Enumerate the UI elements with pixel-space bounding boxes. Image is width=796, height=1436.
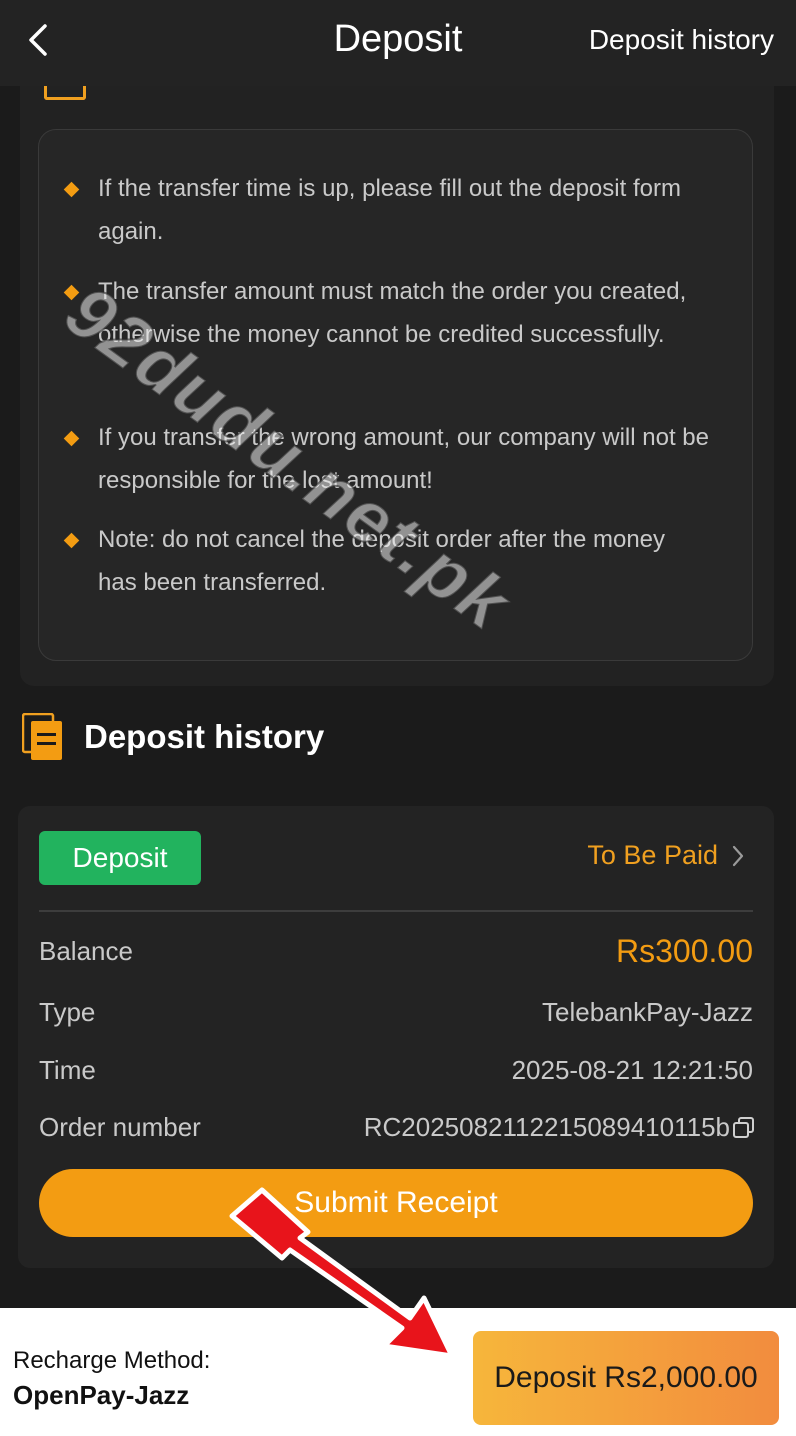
balance-label: Balance bbox=[39, 936, 133, 966]
history-section-header: Deposit history bbox=[22, 712, 324, 762]
balance-value: Rs300.00 bbox=[616, 933, 753, 969]
type-label: Type bbox=[39, 997, 96, 1027]
chevron-right-icon bbox=[732, 845, 744, 866]
recharge-method-label: Recharge Method: bbox=[13, 1347, 211, 1374]
diamond-bullet-icon bbox=[63, 284, 80, 301]
rule-item: If you transfer the wrong amount, our co… bbox=[60, 416, 710, 502]
deposit-type-badge: Deposit bbox=[39, 831, 201, 885]
document-stack-icon bbox=[22, 713, 62, 760]
history-section-title: Deposit history bbox=[84, 718, 325, 755]
order-status-link[interactable]: To Be Paid bbox=[587, 840, 744, 871]
recharge-method-value: OpenPay-Jazz bbox=[13, 1380, 190, 1410]
order-status-text: To Be Paid bbox=[587, 840, 718, 870]
deposit-history-link[interactable]: Deposit history bbox=[589, 24, 774, 56]
diamond-bullet-icon bbox=[63, 430, 80, 447]
order-number-value: RC2025082112215089410115b bbox=[363, 1112, 730, 1142]
rule-text: If the transfer time is up, please fill … bbox=[98, 175, 681, 245]
time-label: Time bbox=[39, 1055, 96, 1085]
deposit-button[interactable]: Deposit Rs2,000.00 bbox=[473, 1331, 779, 1425]
diamond-bullet-icon bbox=[63, 532, 80, 549]
order-number-row: RC2025082112215089410115b bbox=[364, 1112, 756, 1143]
top-bar: Deposit Deposit history bbox=[0, 0, 796, 86]
type-value: TelebankPay-Jazz bbox=[542, 997, 753, 1027]
time-value: 2025-08-21 12:21:50 bbox=[511, 1055, 753, 1085]
rule-item: Note: do not cancel the deposit order af… bbox=[60, 518, 710, 604]
diamond-bullet-icon bbox=[63, 181, 80, 198]
card-divider bbox=[39, 910, 753, 912]
rule-text: The transfer amount must match the order… bbox=[98, 278, 687, 348]
rules-section-icon bbox=[44, 86, 86, 100]
rule-item: The transfer amount must match the order… bbox=[60, 270, 710, 356]
submit-receipt-button[interactable]: Submit Receipt bbox=[39, 1169, 753, 1237]
copy-icon[interactable] bbox=[732, 1116, 756, 1140]
rule-text: If you transfer the wrong amount, our co… bbox=[98, 424, 709, 494]
rule-text: Note: do not cancel the deposit order af… bbox=[98, 526, 666, 596]
order-number-label: Order number bbox=[39, 1112, 201, 1142]
rule-item: If the transfer time is up, please fill … bbox=[60, 167, 710, 253]
